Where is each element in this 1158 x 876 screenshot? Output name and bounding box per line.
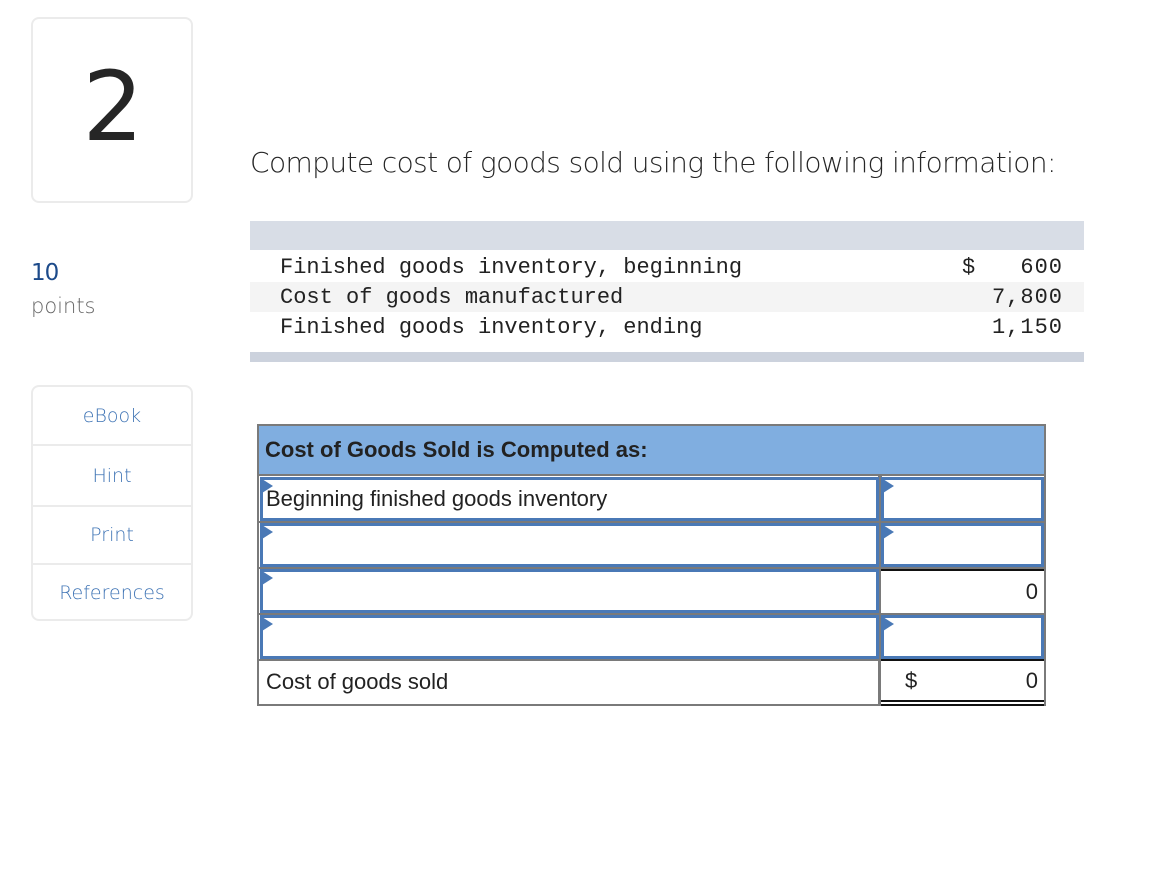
total-amount-text: 0 bbox=[1025, 668, 1038, 693]
question-number: 2 bbox=[82, 51, 143, 163]
row-amount: 1,150 bbox=[991, 314, 1063, 340]
row-1-amount-input[interactable] bbox=[881, 477, 1044, 521]
points-label: points bbox=[31, 294, 96, 318]
row-label: Cost of goods manufactured bbox=[280, 284, 624, 310]
dropdown-flag-icon bbox=[262, 617, 273, 631]
references-button[interactable]: References bbox=[33, 565, 191, 619]
dropdown-flag-icon bbox=[262, 479, 273, 493]
row-amount: 600 bbox=[1020, 254, 1063, 280]
input-flag-icon bbox=[883, 479, 894, 493]
double-underline-bottom bbox=[881, 704, 1044, 706]
row-2-amount-input[interactable] bbox=[881, 523, 1044, 567]
question-text: Compute cost of goods sold using the fol… bbox=[250, 146, 1056, 179]
cogs-worksheet: Cost of Goods Sold is Computed as: Begin… bbox=[257, 424, 1046, 706]
dropdown-flag-icon bbox=[262, 525, 273, 539]
row-2-label-dropdown[interactable] bbox=[260, 523, 879, 567]
print-button[interactable]: Print bbox=[33, 507, 191, 565]
row-label: Finished goods inventory, ending bbox=[280, 314, 703, 340]
total-label-text: Cost of goods sold bbox=[266, 669, 449, 694]
table-row: Finished goods inventory, ending 1,150 bbox=[250, 312, 1084, 342]
total-label: Cost of goods sold bbox=[260, 661, 879, 703]
question-number-card: 2 bbox=[31, 17, 193, 203]
hint-button[interactable]: Hint bbox=[33, 446, 191, 507]
row-4-label-dropdown[interactable] bbox=[260, 615, 879, 659]
input-flag-icon bbox=[883, 525, 894, 539]
row-3-amount-text: 0 bbox=[1025, 579, 1038, 604]
row-3-label-dropdown[interactable] bbox=[260, 569, 879, 613]
dropdown-flag-icon bbox=[262, 571, 273, 585]
ebook-button[interactable]: eBook bbox=[33, 387, 191, 446]
currency-sign: $ bbox=[962, 254, 976, 280]
row-1-label-dropdown[interactable]: Beginning finished goods inventory bbox=[260, 477, 879, 521]
worksheet-header: Cost of Goods Sold is Computed as: bbox=[259, 426, 1044, 476]
row-3-amount-computed: 0 bbox=[881, 571, 1044, 613]
table-row: Finished goods inventory, beginning $ 60… bbox=[250, 252, 1084, 282]
resources-panel: eBook Hint Print References bbox=[31, 385, 193, 621]
table-row: Cost of goods manufactured 7,800 bbox=[250, 282, 1084, 312]
double-underline-top bbox=[881, 700, 1044, 702]
row-4-amount-input[interactable] bbox=[881, 615, 1044, 659]
row-amount: 7,800 bbox=[991, 284, 1063, 310]
table-header-band bbox=[250, 221, 1084, 250]
points-value: 10 bbox=[31, 260, 59, 286]
input-flag-icon bbox=[883, 617, 894, 631]
table-footer-band bbox=[250, 352, 1084, 362]
given-data-table: Finished goods inventory, beginning $ 60… bbox=[250, 221, 1084, 363]
row-label: Finished goods inventory, beginning bbox=[280, 254, 743, 280]
total-currency-sign: $ bbox=[905, 668, 918, 693]
total-amount: $ 0 bbox=[881, 661, 1044, 701]
row-1-label-text: Beginning finished goods inventory bbox=[266, 486, 608, 511]
